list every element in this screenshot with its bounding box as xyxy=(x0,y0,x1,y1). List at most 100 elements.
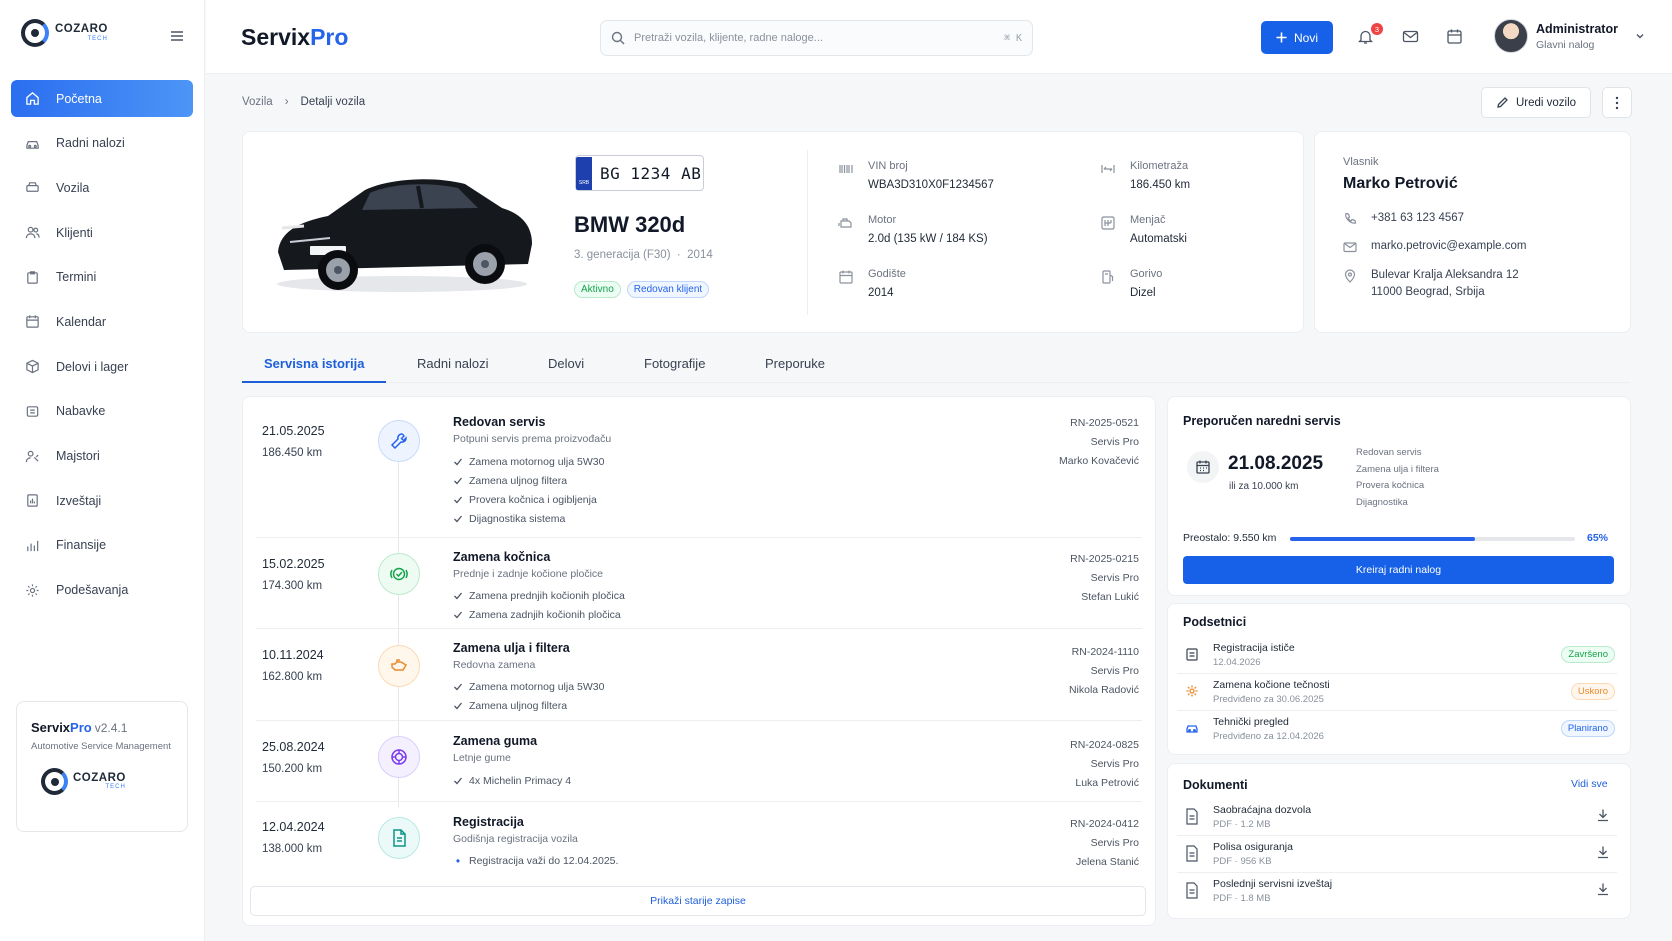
see-all-link[interactable]: Vidi sve xyxy=(1571,778,1608,790)
engine-icon xyxy=(838,218,852,228)
history-title[interactable]: Zamena ulja i filtera xyxy=(453,641,570,655)
plate-number: BG 1234 AB xyxy=(600,163,702,183)
history-title[interactable]: Zamena kočnica xyxy=(453,550,550,564)
users-icon xyxy=(25,226,40,239)
tab-servisna-istorija[interactable]: Servisna istorija xyxy=(242,356,387,383)
spec-engine: Motor 2.0d (135 kW / 184 KS) xyxy=(838,214,988,245)
history-subtitle: Letnje gume xyxy=(453,752,511,764)
brand-logo[interactable]: COZARO TECH xyxy=(21,19,108,47)
check-icon xyxy=(454,702,463,710)
nav-label: Vozila xyxy=(56,180,90,195)
search-icon xyxy=(611,31,625,45)
history-meta: RN-2025-0215 Servis Pro Stefan Lukić xyxy=(1070,550,1139,607)
breadcrumb-current: Detalji vozila xyxy=(300,96,366,108)
version-name: ServixPro v2.4.1 xyxy=(31,720,128,735)
tab-fotografije[interactable]: Fotografije xyxy=(644,356,705,381)
work-order-number[interactable]: RN-2024-0825 xyxy=(1070,736,1139,755)
nav-item-delovi[interactable]: Delovi i lager xyxy=(11,348,193,385)
more-options-button[interactable] xyxy=(1602,87,1632,118)
search-box[interactable]: ⌘ K xyxy=(600,20,1033,56)
version-logo: COZARO TECH xyxy=(41,768,173,795)
plate-country-badge: SRB xyxy=(576,156,592,190)
file-icon xyxy=(1186,808,1198,825)
barcode-icon xyxy=(839,165,853,173)
logo-mark xyxy=(21,19,49,47)
nav-label: Radni nalozi xyxy=(56,136,125,151)
car-image xyxy=(277,179,532,292)
tab-radni-nalozi[interactable]: Radni nalozi xyxy=(417,356,489,381)
nav-item-majstori[interactable]: Majstori xyxy=(11,438,193,475)
nav-item-finansije[interactable]: Finansije xyxy=(11,527,193,564)
history-note: • Registracija važi do 12.04.2025. xyxy=(453,855,619,867)
history-meta: RN-2024-1110 Servis Pro Nikola Radović xyxy=(1069,643,1139,700)
search-input[interactable] xyxy=(634,32,995,44)
new-button[interactable]: Novi xyxy=(1261,21,1333,54)
calendar-icon xyxy=(1187,451,1219,483)
odometer-icon xyxy=(1101,165,1115,173)
create-work-order-button[interactable]: Kreiraj radni nalog xyxy=(1183,556,1614,584)
nav-item-termini[interactable]: Termini xyxy=(11,259,193,296)
mail-icon[interactable] xyxy=(1402,28,1419,45)
vehicle-icon xyxy=(26,182,39,193)
calendar-icon[interactable] xyxy=(1446,28,1463,45)
document-item[interactable]: Saobraćajna dozvola PDF · 1.2 MB xyxy=(1183,804,1615,838)
nav-item-izvestaji[interactable]: Izveštaji xyxy=(11,482,193,519)
history-check-item: Zamena zadnjih kočionih pločica xyxy=(453,609,621,621)
work-order-number[interactable]: RN-2025-0215 xyxy=(1070,550,1139,569)
download-icon[interactable] xyxy=(1596,808,1610,822)
document-item[interactable]: Poslednji servisni izveštaj PDF · 1.8 MB xyxy=(1183,878,1615,912)
edit-vehicle-button[interactable]: Uredi vozilo xyxy=(1481,87,1591,118)
history-date: 21.05.2025 xyxy=(262,424,325,438)
history-check-item: 4x Michelin Primacy 4 xyxy=(453,775,571,787)
owner-email[interactable]: marko.petrovic@example.com xyxy=(1343,238,1526,255)
user-menu[interactable]: Administrator Glavni nalog xyxy=(1494,19,1646,53)
work-order-number[interactable]: RN-2025-0521 xyxy=(1059,414,1139,433)
gear-icon xyxy=(26,583,39,597)
download-icon[interactable] xyxy=(1596,882,1610,896)
breadcrumb: Vozila › Detalji vozila xyxy=(242,96,365,108)
history-title[interactable]: Zamena guma xyxy=(453,734,537,748)
tab-preporuke[interactable]: Preporuke xyxy=(765,356,825,381)
work-order-number[interactable]: RN-2024-0412 xyxy=(1070,815,1139,834)
finance-icon xyxy=(27,540,39,551)
wrench-icon xyxy=(378,420,420,462)
breadcrumb-parent[interactable]: Vozila xyxy=(242,96,273,108)
nav-item-nabavke[interactable]: Nabavke xyxy=(11,393,193,430)
owner-name[interactable]: Marko Petrović xyxy=(1343,175,1458,193)
reminders-title: Podsetnici xyxy=(1183,615,1247,629)
document-item[interactable]: Polisa osiguranja PDF · 956 KB xyxy=(1183,841,1615,875)
owner-phone[interactable]: +381 63 123 4567 xyxy=(1343,210,1464,227)
service-progress-bar xyxy=(1290,537,1575,541)
show-older-button[interactable]: Prikaži starije zapise xyxy=(250,886,1146,916)
history-subtitle: Godišnja registracija vozila xyxy=(453,833,578,845)
nav-item-pocetna[interactable]: Početna xyxy=(11,80,193,117)
reminder-item[interactable]: Tehnički pregled Predviđeno za 12.04.202… xyxy=(1183,716,1615,752)
nav-item-kalendar[interactable]: Kalendar xyxy=(11,303,193,340)
more-vertical-icon xyxy=(1615,96,1619,109)
nav-label: Kalendar xyxy=(56,314,107,329)
edit-vehicle-label: Uredi vozilo xyxy=(1515,96,1577,109)
brand-tag: TECH xyxy=(105,784,126,791)
history-title[interactable]: Redovan servis xyxy=(453,415,545,429)
history-check-item: Dijagnostika sistema xyxy=(453,513,565,525)
history-check-item: Zamena prednjih kočionih pločica xyxy=(453,590,625,602)
calendar-icon xyxy=(839,270,853,284)
history-check-item: Zamena motornog ulja 5W30 xyxy=(453,681,604,693)
nav-label: Klijenti xyxy=(56,225,93,240)
history-title[interactable]: Registracija xyxy=(453,815,524,829)
nav-item-radni-nalozi[interactable]: Radni nalozi xyxy=(11,125,193,162)
menu-toggle-icon[interactable] xyxy=(170,30,184,42)
nav-item-klijenti[interactable]: Klijenti xyxy=(11,214,193,251)
history-km: 162.800 km xyxy=(262,671,323,683)
nav-item-vozila[interactable]: Vozila xyxy=(11,169,193,206)
download-icon[interactable] xyxy=(1596,845,1610,859)
chevron-right-icon: › xyxy=(284,96,289,108)
work-order-number[interactable]: RN-2024-1110 xyxy=(1069,643,1139,662)
service-progress-fill xyxy=(1290,537,1476,541)
nav-item-podesavanja[interactable]: Podešavanja xyxy=(11,572,193,609)
client-badge: Redovan klijent xyxy=(626,281,710,298)
tab-delovi[interactable]: Delovi xyxy=(548,356,584,381)
cart-icon xyxy=(26,406,39,417)
owner-address: Bulevar Kralja Aleksandra 12 11000 Beogra… xyxy=(1343,267,1519,301)
fuel-icon xyxy=(1102,270,1114,284)
